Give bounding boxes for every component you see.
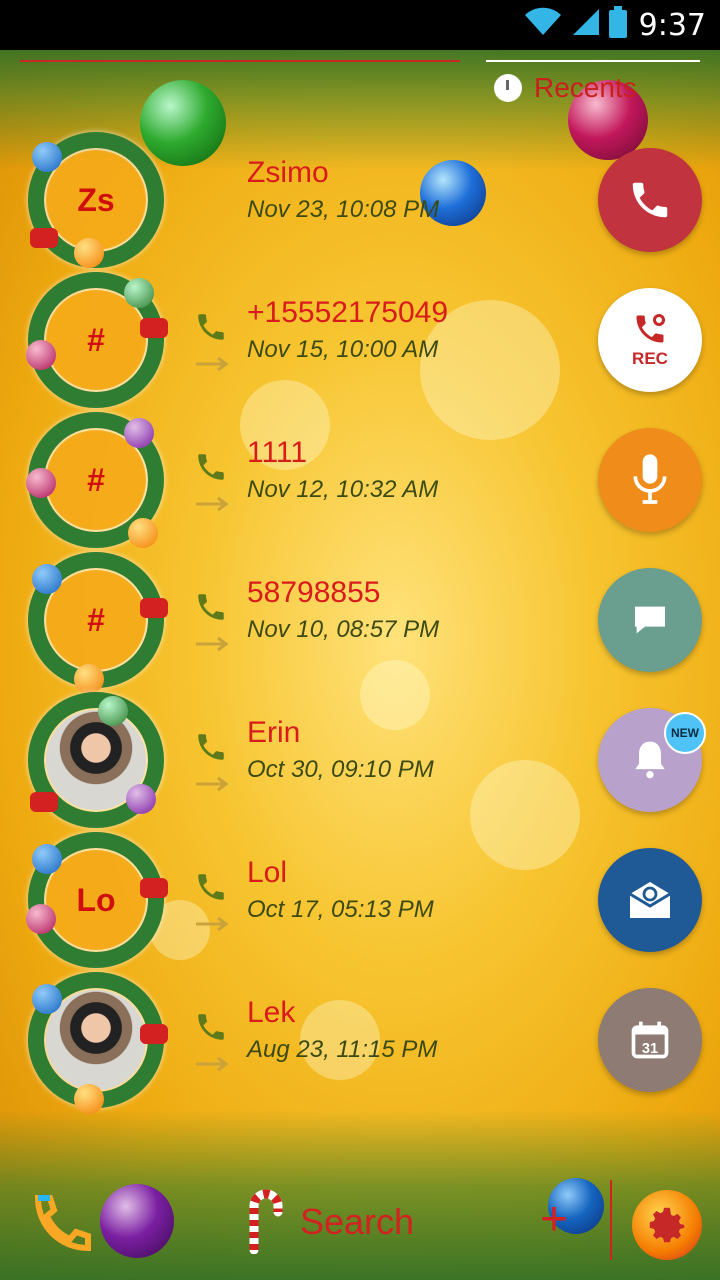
call-row[interactable]: Erin Oct 30, 09:10 PM [0, 692, 590, 832]
phone-record-icon [636, 314, 665, 343]
call-direction-icon [196, 496, 229, 512]
contact-name: Lol [247, 856, 288, 889]
calendar-icon: 31 [631, 1021, 669, 1059]
voice-button[interactable] [598, 428, 702, 532]
ornament-icon [32, 844, 62, 874]
avatar: Zs [28, 132, 164, 268]
incoming-call-icon [198, 454, 224, 480]
call-row[interactable]: # +15552175049 Nov 15, 10:00 AM [0, 272, 590, 412]
ornament-icon [32, 984, 62, 1014]
call-datetime: Oct 17, 05:13 PM [247, 896, 434, 923]
call-direction-icon [196, 356, 229, 372]
avatar-photo [46, 990, 146, 1090]
svg-text:31: 31 [642, 1041, 658, 1057]
candy-cane-icon [249, 1189, 283, 1254]
call-datetime: Nov 10, 08:57 PM [247, 616, 440, 643]
message-icon [635, 606, 665, 634]
calendar-button[interactable]: 31 [598, 988, 702, 1092]
bow-icon [30, 792, 58, 812]
incoming-call-icon [198, 1014, 224, 1040]
incoming-call-icon [198, 874, 224, 900]
call-row[interactable]: Zs Zsimo Nov 23, 10:08 PM [0, 132, 590, 272]
clock-icon [494, 74, 522, 102]
bow-icon [140, 1024, 168, 1044]
ornament-icon [26, 340, 56, 370]
bow-icon [140, 598, 168, 618]
avatar-initials: Zs [46, 150, 146, 250]
phone-icon [632, 182, 668, 218]
tab-recents[interactable]: Recents [494, 72, 637, 104]
call-direction-icon [196, 916, 229, 932]
call-row[interactable]: Lo Lol Oct 17, 05:13 PM [0, 832, 590, 972]
email-button[interactable] [598, 848, 702, 952]
call-datetime: Nov 12, 10:32 AM [247, 476, 439, 503]
record-call-button[interactable]: REC [598, 288, 702, 392]
search-label: Search [300, 1201, 415, 1242]
email-icon [629, 882, 671, 918]
incoming-call-icon [198, 314, 224, 340]
ornament-icon [98, 696, 128, 726]
bottom-divider [610, 1180, 612, 1260]
call-button[interactable] [598, 148, 702, 252]
message-button[interactable] [598, 568, 702, 672]
bow-icon [140, 878, 168, 898]
bell-icon [635, 741, 665, 779]
bow-icon [30, 228, 58, 248]
status-clock: 9:37 [638, 7, 706, 43]
wifi-icon [523, 7, 563, 44]
status-bar: 9:37 [0, 0, 720, 50]
ornament-icon [26, 904, 56, 934]
battery-icon [608, 5, 627, 45]
rec-label: REC [632, 349, 668, 368]
avatar-initials: # [46, 570, 146, 670]
bow-icon [140, 318, 168, 338]
incoming-call-icon [198, 594, 224, 620]
purple-ornament [100, 1184, 174, 1258]
ornament-icon [124, 278, 154, 308]
ornament-icon [32, 142, 62, 172]
contact-name: 58798855 [247, 576, 381, 609]
ornament-icon [74, 664, 104, 694]
incoming-call-icon [198, 734, 224, 760]
dialer-logo-icon[interactable] [30, 1190, 96, 1256]
avatar [28, 972, 168, 1114]
avatar: # [26, 272, 168, 408]
gear-icon [649, 1207, 685, 1243]
contact-name: 1111 [247, 436, 308, 469]
tab-recents-label: Recents [534, 72, 637, 103]
ornament-icon [128, 518, 158, 548]
ornament-icon [32, 564, 62, 594]
ornament-icon [126, 784, 156, 814]
call-datetime: Oct 30, 09:10 PM [247, 756, 434, 783]
avatar: # [26, 412, 164, 548]
tab-divider-line [20, 60, 460, 62]
new-badge: NEW [664, 712, 706, 754]
call-datetime: Nov 23, 10:08 PM [247, 196, 440, 223]
call-datetime: Nov 15, 10:00 AM [247, 336, 439, 363]
ornament-icon [26, 468, 56, 498]
call-direction-icon [196, 776, 229, 792]
call-row[interactable]: # 58798855 Nov 10, 08:57 PM [0, 552, 590, 694]
contact-name: Erin [247, 716, 301, 749]
call-row[interactable]: Lek Aug 23, 11:15 PM [0, 972, 590, 1114]
add-contact-button[interactable]: + [540, 1196, 568, 1244]
avatar [28, 692, 164, 828]
avatar: # [28, 552, 168, 694]
tab-active-indicator [486, 60, 700, 62]
call-row[interactable]: # 1111 Nov 12, 10:32 AM [0, 412, 590, 552]
ornament-icon [74, 238, 104, 268]
call-direction-icon [196, 636, 229, 652]
settings-button[interactable] [632, 1190, 702, 1260]
ornament-icon [124, 418, 154, 448]
contact-name: Lek [247, 996, 296, 1029]
microphone-icon [633, 454, 667, 504]
contact-name: Zsimo [247, 156, 329, 189]
signal-icon [571, 7, 601, 44]
avatar-initials: Lo [46, 850, 146, 950]
call-datetime: Aug 23, 11:15 PM [247, 1036, 438, 1063]
call-direction-icon [196, 1056, 229, 1072]
contact-name: +15552175049 [247, 296, 449, 329]
avatar: Lo [26, 832, 168, 968]
